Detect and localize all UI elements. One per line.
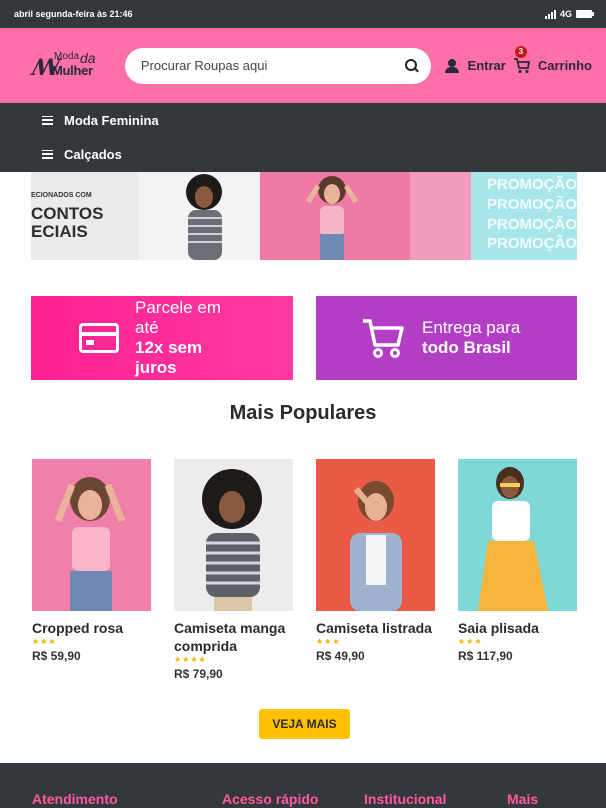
product-price: R$ 117,90 <box>458 649 513 663</box>
banner-photo-woman-pink <box>260 172 471 260</box>
product-card[interactable]: Camiseta manga comprida ★★★★ R$ 79,90 <box>174 459 293 681</box>
banner-text-panel: ECIONADOS COM CONTOS ECIAIS <box>31 172 138 260</box>
battery-icon <box>576 10 594 18</box>
category-item-calcados[interactable]: Calçados <box>42 137 606 171</box>
product-image[interactable] <box>316 459 435 611</box>
banner-person-illustration <box>186 174 222 260</box>
hamburger-icon <box>42 149 53 159</box>
promo-word: PROMOÇÃO <box>487 176 577 193</box>
shopping-cart-icon <box>363 319 404 358</box>
product-image[interactable] <box>32 459 151 611</box>
product-card[interactable]: Camiseta listrada ★★★ R$ 49,90 <box>316 459 435 663</box>
search-bar <box>124 47 431 84</box>
hero-banner[interactable]: ECIONADOS COM CONTOS ECIAIS PROMOÇÃO PRO… <box>31 172 577 260</box>
promo-line: Entrega para <box>422 318 521 337</box>
product-image[interactable] <box>458 459 577 611</box>
hamburger-icon <box>42 115 53 125</box>
product-photo-illustration <box>54 477 126 611</box>
footer-heading-mais[interactable]: Mais <box>507 791 538 807</box>
rating-stars-icon: ★★★ <box>32 637 57 646</box>
banner-big-text-1: CONTOS <box>31 204 104 223</box>
banner-big-text-2: ECIAIS <box>31 222 88 241</box>
promo-shipping[interactable]: Entrega para todo Brasil <box>316 296 577 380</box>
promo-bold-line: 12x sem <box>135 338 203 357</box>
product-card[interactable]: Saia plisada ★★★ R$ 117,90 <box>458 459 577 663</box>
network-label: 4G <box>559 9 572 19</box>
promo-line: até <box>135 318 159 337</box>
logo-text-mulher: Mulher <box>52 62 93 78</box>
category-item-moda-feminina[interactable]: Moda Feminina <box>42 103 606 137</box>
section-title-popular: Mais Populares <box>229 402 377 424</box>
cart-icon-svg <box>513 57 530 73</box>
logo-text-moda: Moda <box>54 50 80 62</box>
promo-word: PROMOÇÃO <box>487 216 577 233</box>
site-footer: Atendimento Acesso rápido Institucional … <box>0 763 606 808</box>
status-datetime: abril segunda-feira às 21:46 <box>14 9 133 19</box>
promo-word: PROMOÇÃO <box>487 196 577 213</box>
search-input[interactable] <box>140 58 405 73</box>
site-header: ꟿ Moda da Mulher Entrar 3 Carrinho <box>0 28 606 103</box>
product-name[interactable]: Saia plisada <box>458 619 577 637</box>
banner-photo-woman-striped <box>138 172 260 260</box>
login-link[interactable]: Entrar <box>468 58 506 73</box>
product-card[interactable]: Cropped rosa ★★★ R$ 59,90 <box>32 459 151 663</box>
product-price: R$ 79,90 <box>174 667 223 681</box>
product-name[interactable]: Camiseta manga comprida <box>174 619 293 655</box>
product-photo-illustration <box>350 481 402 611</box>
promo-bold-line: juros <box>135 358 177 377</box>
product-image[interactable] <box>174 459 293 611</box>
product-price: R$ 49,90 <box>316 649 365 663</box>
promo-shipping-text: Entrega para todo Brasil <box>422 318 520 358</box>
rating-stars-icon: ★★★ <box>316 637 341 646</box>
banner-person-illustration <box>305 172 471 260</box>
header-actions: Entrar 3 Carrinho <box>444 45 592 74</box>
search-icon[interactable] <box>404 58 419 73</box>
signal-icon <box>544 9 556 19</box>
banner-promo-panel: PROMOÇÃO PROMOÇÃO PROMOÇÃO PROMOÇÃO <box>471 172 577 260</box>
status-indicators: 4G <box>544 9 594 19</box>
product-name[interactable]: Cropped rosa <box>32 619 151 637</box>
banner-small-text: ECIONADOS COM <box>31 192 92 199</box>
footer-heading-acesso-rapido[interactable]: Acesso rápido <box>222 791 318 807</box>
cart-count-badge: 3 <box>514 45 527 58</box>
category-label: Calçados <box>64 146 122 162</box>
promo-installments[interactable]: Parcele em até 12x sem juros <box>31 296 293 380</box>
promo-word: PROMOÇÃO <box>487 235 577 252</box>
see-more-button[interactable]: VEJA MAIS <box>259 709 350 739</box>
cart-link[interactable]: Carrinho <box>538 58 592 73</box>
product-photo-illustration <box>478 467 548 611</box>
site-logo[interactable]: ꟿ Moda da Mulher <box>30 50 101 82</box>
user-icon[interactable] <box>444 58 459 73</box>
product-price: R$ 59,90 <box>32 649 81 663</box>
footer-heading-institucional[interactable]: Institucional <box>364 791 446 807</box>
category-nav: Moda Feminina Calçados <box>0 103 606 172</box>
footer-heading-atendimento[interactable]: Atendimento <box>32 791 118 807</box>
promo-bold-line: todo Brasil <box>422 338 511 357</box>
product-photo-illustration <box>202 469 262 611</box>
promo-installments-text: Parcele em até 12x sem juros <box>135 298 221 378</box>
status-bar: abril segunda-feira às 21:46 4G <box>0 0 606 28</box>
cart-icon[interactable]: 3 <box>513 45 530 74</box>
rating-stars-icon: ★★★★ <box>174 655 207 664</box>
category-label: Moda Feminina <box>64 112 159 128</box>
rating-stars-icon: ★★★ <box>458 637 483 646</box>
product-name[interactable]: Camiseta listrada <box>316 619 435 637</box>
promo-line: Parcele em <box>135 298 221 317</box>
credit-card-icon <box>79 323 119 353</box>
